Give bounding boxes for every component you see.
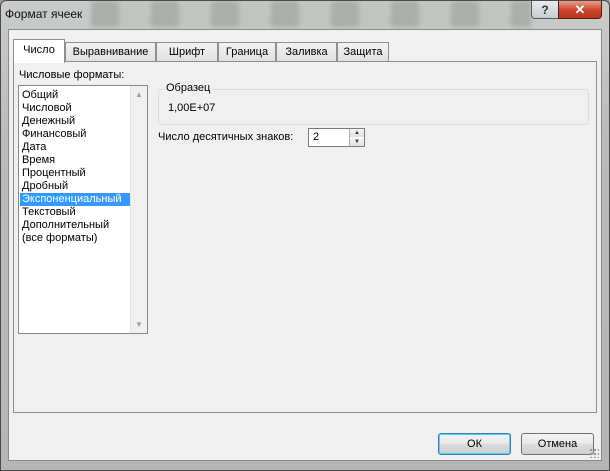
tab-number[interactable]: Число (13, 39, 65, 63)
close-button[interactable]: ✕ (558, 1, 602, 19)
cancel-button[interactable]: Отмена (521, 433, 594, 455)
list-item[interactable]: Общий (20, 89, 131, 102)
tab-font[interactable]: Шрифт (156, 42, 218, 61)
decimal-places-stepper[interactable]: 2 ▲ ▼ (308, 128, 365, 147)
help-button[interactable]: ? (531, 1, 559, 19)
scroll-up-icon[interactable]: ▲ (131, 86, 147, 103)
list-item[interactable]: Дата (20, 141, 131, 154)
list-scrollbar[interactable]: ▲ ▼ (130, 86, 147, 333)
sample-value: 1,00E+07 (168, 102, 216, 114)
dialog-client-area: Число Выравнивание Шрифт Граница Заливка… (8, 29, 602, 461)
stepper-buttons: ▲ ▼ (349, 129, 364, 146)
resize-grip-icon[interactable] (589, 448, 599, 458)
list-item-selected[interactable]: Экспоненциальный (20, 193, 131, 206)
scroll-down-icon[interactable]: ▼ (131, 316, 147, 333)
list-item[interactable]: Текстовый (20, 206, 131, 219)
sample-group: Образец 1,00E+07 (158, 82, 589, 125)
format-cells-dialog: Формат ячеек ? ✕ Число Выравнивание Шриф… (0, 0, 610, 471)
decimal-places-value[interactable]: 2 (313, 131, 319, 143)
tab-panel-number: Числовые форматы: Общий Числовой Денежны… (13, 61, 597, 413)
window-title: Формат ячеек (5, 7, 83, 21)
list-item[interactable]: Денежный (20, 115, 131, 128)
list-item[interactable]: (все форматы) (20, 232, 131, 245)
list-item[interactable]: Процентный (20, 167, 131, 180)
title-bar-background (91, 1, 531, 27)
list-item[interactable]: Дополнительный (20, 219, 131, 232)
list-item[interactable]: Числовой (20, 102, 131, 115)
list-item[interactable]: Дробный (20, 180, 131, 193)
list-item[interactable]: Финансовый (20, 128, 131, 141)
tab-border[interactable]: Граница (218, 42, 276, 61)
list-item[interactable]: Время (20, 154, 131, 167)
number-formats-label: Числовые форматы: (19, 69, 125, 81)
spin-down-icon[interactable]: ▼ (350, 138, 364, 146)
spin-up-icon[interactable]: ▲ (350, 129, 364, 137)
tab-fill[interactable]: Заливка (276, 42, 337, 61)
tab-alignment[interactable]: Выравнивание (65, 42, 156, 61)
ok-button[interactable]: ОК (438, 433, 511, 455)
tab-protection[interactable]: Защита (337, 42, 389, 61)
number-formats-list[interactable]: Общий Числовой Денежный Финансовый Дата … (18, 85, 148, 334)
sample-legend: Образец (164, 82, 213, 94)
decimal-places-label: Число десятичных знаков: (158, 131, 294, 143)
